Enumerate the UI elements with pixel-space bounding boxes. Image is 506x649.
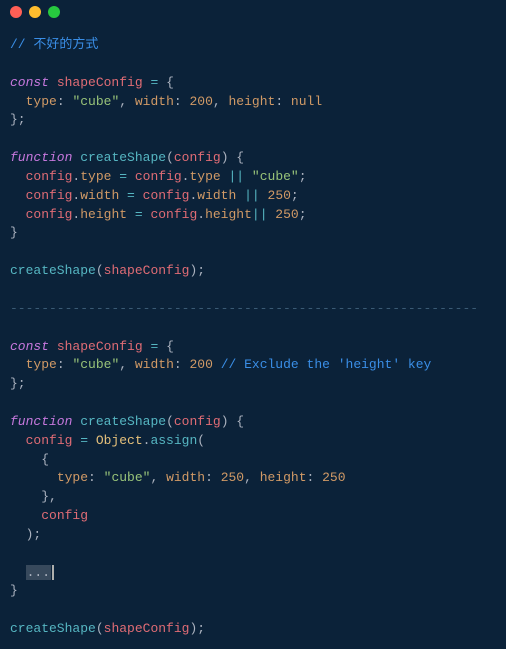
keyword-function: function (10, 150, 72, 165)
function-name: createShape (80, 414, 166, 429)
number: 200 (189, 94, 212, 109)
keyword-function: function (10, 414, 72, 429)
function-call: createShape (10, 621, 96, 636)
property: type (26, 94, 57, 109)
code-editor[interactable]: // 不好的方式 const shapeConfig = { type: "cu… (0, 24, 506, 649)
object-global: Object (96, 433, 143, 448)
maximize-icon[interactable] (48, 6, 60, 18)
separator-line: ----------------------------------------… (10, 301, 478, 316)
function-call: createShape (10, 263, 96, 278)
identifier: shapeConfig (57, 339, 143, 354)
minimize-icon[interactable] (29, 6, 41, 18)
property: height (229, 94, 276, 109)
close-icon[interactable] (10, 6, 22, 18)
method: assign (150, 433, 197, 448)
parameter: config (174, 150, 221, 165)
comment-line: // 不好的方式 (10, 37, 98, 52)
keyword-const: const (10, 75, 49, 90)
null-literal: null (291, 94, 322, 109)
text-cursor (52, 565, 54, 580)
parameter: config (174, 414, 221, 429)
selection-highlight: ... (26, 565, 51, 580)
string: "cube" (72, 94, 119, 109)
comment: // Exclude the 'height' key (221, 357, 432, 372)
property: width (135, 94, 174, 109)
identifier: shapeConfig (57, 75, 143, 90)
keyword-const: const (10, 339, 49, 354)
window-titlebar (0, 0, 506, 24)
function-name: createShape (80, 150, 166, 165)
